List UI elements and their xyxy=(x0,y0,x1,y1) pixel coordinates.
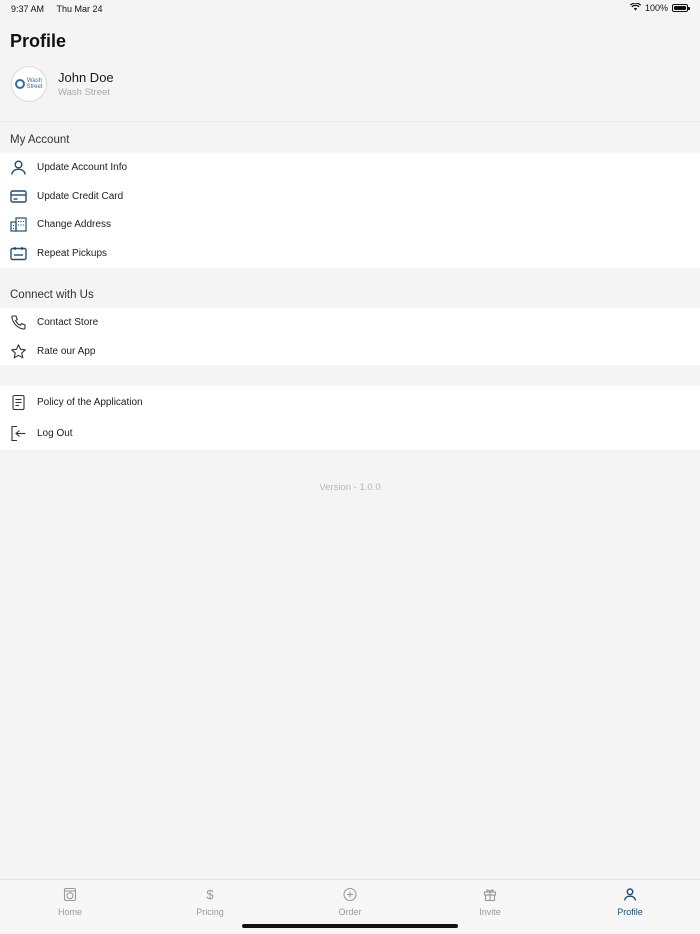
profile-subtitle: Wash Street xyxy=(58,87,110,98)
status-bar: 9:37 AM Thu Mar 24 100% xyxy=(0,0,700,18)
log-out-row[interactable]: Log Out xyxy=(0,417,700,450)
tab-invite-label: Invite xyxy=(479,907,501,917)
star-icon xyxy=(10,343,27,360)
dollar-icon: $ xyxy=(206,887,214,902)
version-label: Version - 1.0.0 xyxy=(319,482,381,493)
log-out-label: Log Out xyxy=(37,428,73,439)
policy-row[interactable]: Policy of the Application xyxy=(0,388,700,417)
rate-our-app-row[interactable]: Rate our App xyxy=(0,337,700,366)
tab-pricing-label: Pricing xyxy=(196,907,224,917)
wifi-icon xyxy=(629,2,642,13)
logo-text: Wash Street xyxy=(26,77,43,91)
tab-home-label: Home xyxy=(57,907,82,917)
battery-percent: 100% xyxy=(644,3,668,13)
profile-card[interactable]: Wash Street John Doe Wash Street xyxy=(0,60,700,122)
user-icon xyxy=(623,887,638,902)
section-header-my-account: My Account xyxy=(10,134,70,146)
update-account-info-label: Update Account Info xyxy=(37,161,128,173)
other-group: Policy of the Application Log Out xyxy=(0,386,700,450)
home-indicator xyxy=(242,924,458,928)
document-icon xyxy=(10,394,27,411)
status-right: 100% xyxy=(629,2,690,13)
my-account-group: Update Account Info Update Credit Card C… xyxy=(0,153,700,268)
tab-profile-label: Profile xyxy=(617,907,643,917)
policy-label: Policy of the Application xyxy=(37,397,143,408)
repeat-pickups-row[interactable]: Repeat Pickups xyxy=(0,239,700,268)
rate-our-app-label: Rate our App xyxy=(37,345,96,357)
status-left: 9:37 AM Thu Mar 24 xyxy=(11,4,103,14)
change-address-label: Change Address xyxy=(37,219,111,231)
contact-store-row[interactable]: Contact Store xyxy=(0,308,700,337)
logo-icon xyxy=(15,79,26,89)
building-icon xyxy=(10,216,27,233)
change-address-row[interactable]: Change Address xyxy=(0,210,700,239)
tab-profile[interactable]: Profile xyxy=(560,880,700,934)
avatar: Wash Street xyxy=(11,66,47,102)
repeat-pickups-label: Repeat Pickups xyxy=(37,247,108,259)
calendar-icon xyxy=(10,245,27,262)
gift-icon xyxy=(483,887,498,902)
connect-group: Contact Store Rate our App xyxy=(0,308,700,366)
screen: 9:37 AM Thu Mar 24 100% Profile Wash Str… xyxy=(0,0,700,934)
battery-icon xyxy=(672,4,690,12)
contact-store-label: Contact Store xyxy=(37,316,99,328)
update-credit-card-row[interactable]: Update Credit Card xyxy=(0,182,700,211)
tab-home[interactable]: Home xyxy=(0,880,140,934)
logout-icon xyxy=(10,425,27,442)
tab-order-label: Order xyxy=(338,907,362,917)
profile-name: John Doe xyxy=(58,70,114,85)
user-icon xyxy=(10,159,27,176)
washer-icon xyxy=(63,887,78,902)
credit-card-icon xyxy=(10,188,27,205)
phone-icon xyxy=(10,314,27,331)
update-credit-card-label: Update Credit Card xyxy=(37,190,124,202)
plus-circle-icon xyxy=(343,887,358,902)
page-title: Profile xyxy=(10,31,67,51)
status-date: Thu Mar 24 xyxy=(56,4,103,14)
status-time: 9:37 AM xyxy=(11,4,45,14)
update-account-info-row[interactable]: Update Account Info xyxy=(0,153,700,182)
section-header-connect: Connect with Us xyxy=(10,289,94,301)
